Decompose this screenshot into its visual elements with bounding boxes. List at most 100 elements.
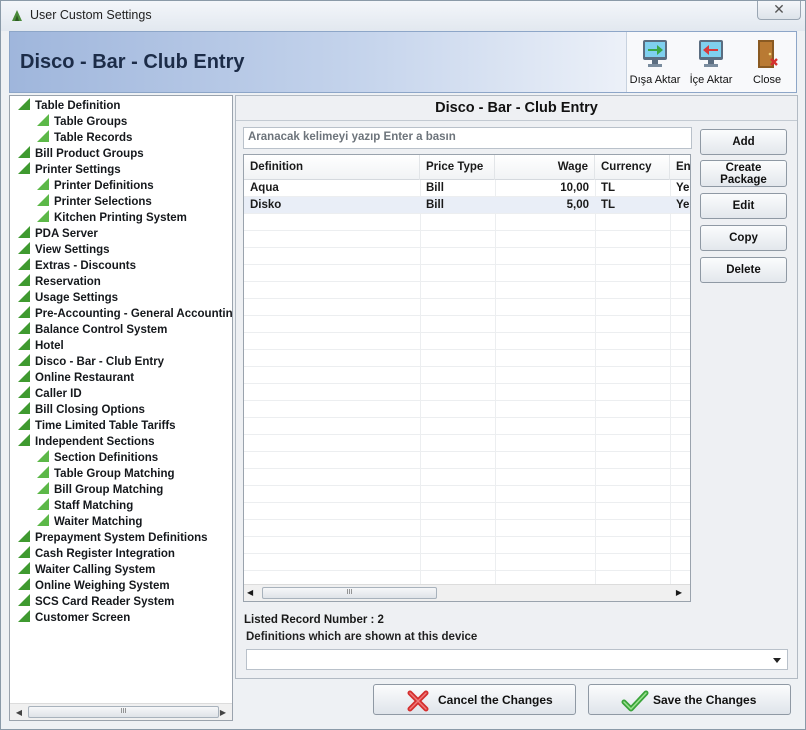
table-row[interactable]: Disko Bill 5,00 TL Ye — [244, 197, 690, 214]
tree-item[interactable]: Table Group Matching — [37, 466, 175, 482]
tree-item[interactable]: Balance Control System — [18, 322, 167, 338]
grid-header: Definition Price Type Wage Currency En — [244, 155, 690, 180]
tree-items: Table Definition Table Groups Table Record… — [10, 96, 232, 702]
create-package-label-1: Create — [725, 162, 762, 174]
tree-item[interactable]: Printer Selections — [37, 194, 152, 210]
tree-item[interactable]: Online Restaurant — [18, 370, 134, 386]
tree-item[interactable]: Time Limited Table Tariffs — [18, 418, 176, 434]
tree-node-icon — [18, 354, 30, 366]
checkmark-icon — [621, 690, 649, 712]
panel-title: Disco - Bar - Club Entry — [435, 100, 598, 116]
tree-item[interactable]: Cash Register Integration — [18, 546, 175, 562]
tree-item-label: Hotel — [35, 340, 64, 352]
window-close-button[interactable]: ✕ — [757, 1, 801, 20]
empty-row — [244, 316, 690, 333]
table-cell: Disko — [250, 199, 282, 211]
tree-node-icon — [18, 578, 30, 590]
tree-item[interactable]: Pre-Accounting - General Accountin — [18, 306, 232, 322]
tree-node-icon — [37, 450, 49, 462]
copy-button[interactable]: Copy — [700, 225, 787, 251]
tree-item[interactable]: Prepayment System Definitions — [18, 530, 208, 546]
tree-node-icon — [18, 562, 30, 574]
save-changes-button[interactable]: Save the Changes — [588, 684, 791, 715]
exit-door-icon — [758, 40, 778, 68]
tree-item-label: Time Limited Table Tariffs — [35, 420, 176, 432]
empty-row — [244, 418, 690, 435]
tree-node-icon — [18, 98, 30, 110]
scroll-right-icon[interactable]: ▶ — [217, 707, 229, 718]
export-button[interactable]: Dışa Aktar — [627, 36, 683, 88]
tree-item[interactable]: Usage Settings — [18, 290, 118, 306]
grid-hscrollbar[interactable]: ◀ III ▶ — [244, 584, 690, 601]
tree-item[interactable]: View Settings — [18, 242, 110, 258]
table-cell: 5,00 — [566, 199, 589, 211]
tree-item[interactable]: Caller ID — [18, 386, 82, 402]
tree-item[interactable]: Printer Settings — [18, 162, 121, 178]
add-button[interactable]: Add — [700, 129, 787, 155]
device-definitions-select[interactable] — [246, 649, 788, 670]
import-button[interactable]: İçe Aktar — [683, 36, 739, 88]
tree-item[interactable]: Bill Closing Options — [18, 402, 145, 418]
tree-item[interactable]: Disco - Bar - Club Entry — [18, 354, 164, 370]
table-cell: Ye — [676, 182, 690, 194]
grid-scroll-thumb[interactable]: III — [262, 587, 437, 599]
definitions-grid[interactable]: Definition Price Type Wage Currency En A… — [243, 154, 691, 602]
column-price-type[interactable]: Price Type — [420, 155, 495, 180]
tree-item[interactable]: PDA Server — [18, 226, 98, 242]
tree-item[interactable]: Table Groups — [37, 114, 127, 130]
tree-item[interactable]: Extras - Discounts — [18, 258, 136, 274]
tree-item[interactable]: Independent Sections — [18, 434, 155, 450]
tree-item-label: Table Definition — [35, 100, 121, 112]
search-input[interactable]: Aranacak kelimeyi yazıp Enter a basın — [243, 127, 692, 149]
scroll-left-icon[interactable]: ◀ — [13, 707, 25, 718]
tree-item[interactable]: Customer Screen — [18, 610, 130, 626]
create-package-button[interactable]: Create Package — [700, 160, 787, 187]
tree-item[interactable]: Table Records — [37, 130, 132, 146]
tree-hscrollbar[interactable]: ◀ III ▶ — [10, 703, 232, 720]
tree-item[interactable]: Waiter Matching — [37, 514, 142, 530]
tree-node-icon — [18, 322, 30, 334]
tree-node-icon — [18, 434, 30, 446]
tree-item[interactable]: Hotel — [18, 338, 64, 354]
toolbar: Dışa Aktar İçe Aktar Close — [626, 32, 796, 92]
scroll-right-icon[interactable]: ▶ — [676, 588, 682, 597]
settings-window: User Custom Settings ✕ Disco - Bar - Clu… — [0, 0, 806, 730]
tree-item-label: Caller ID — [35, 388, 82, 400]
tree-item[interactable]: SCS Card Reader System — [18, 594, 174, 610]
column-definition[interactable]: Definition — [244, 155, 420, 180]
tree-item[interactable]: Waiter Calling System — [18, 562, 155, 578]
tree-item-label: Bill Group Matching — [54, 484, 164, 496]
tree-item[interactable]: Reservation — [18, 274, 101, 290]
tree-item[interactable]: Section Definitions — [37, 450, 158, 466]
column-wage[interactable]: Wage — [495, 155, 595, 180]
tree-item[interactable]: Online Weighing System — [18, 578, 170, 594]
tree-item[interactable]: Kitchen Printing System — [37, 210, 187, 226]
column-enabled[interactable]: En — [670, 155, 690, 180]
tree-node-icon — [18, 418, 30, 430]
tree-item-label: Usage Settings — [35, 292, 119, 304]
tree-node-icon — [37, 114, 49, 126]
delete-button[interactable]: Delete — [700, 257, 787, 283]
tree-node-icon — [37, 514, 49, 526]
tree-item[interactable]: Staff Matching — [37, 498, 133, 514]
empty-row — [244, 435, 690, 452]
close-icon: ✕ — [773, 1, 785, 17]
tree-item[interactable]: Table Definition — [18, 98, 120, 114]
tree-item[interactable]: Bill Product Groups — [18, 146, 144, 162]
tree-item[interactable]: Printer Definitions — [37, 178, 154, 194]
table-row[interactable]: Aqua Bill 10,00 TL Ye — [244, 180, 690, 197]
close-toolbar-button[interactable]: Close — [739, 36, 795, 88]
device-label: Definitions which are shown at this devi… — [246, 631, 478, 643]
tree-item-label: Online Weighing System — [35, 580, 170, 592]
tree-item[interactable]: Bill Group Matching — [37, 482, 163, 498]
empty-row — [244, 214, 690, 231]
tree-scroll-thumb[interactable]: III — [28, 706, 219, 718]
tree-item-label: Independent Sections — [35, 436, 155, 448]
column-currency[interactable]: Currency — [595, 155, 670, 180]
cancel-changes-button[interactable]: Cancel the Changes — [373, 684, 576, 715]
tree-node-icon — [37, 178, 49, 190]
export-monitor-icon — [643, 40, 667, 67]
empty-row — [244, 350, 690, 367]
scroll-left-icon[interactable]: ◀ — [247, 588, 253, 597]
edit-button[interactable]: Edit — [700, 193, 787, 219]
